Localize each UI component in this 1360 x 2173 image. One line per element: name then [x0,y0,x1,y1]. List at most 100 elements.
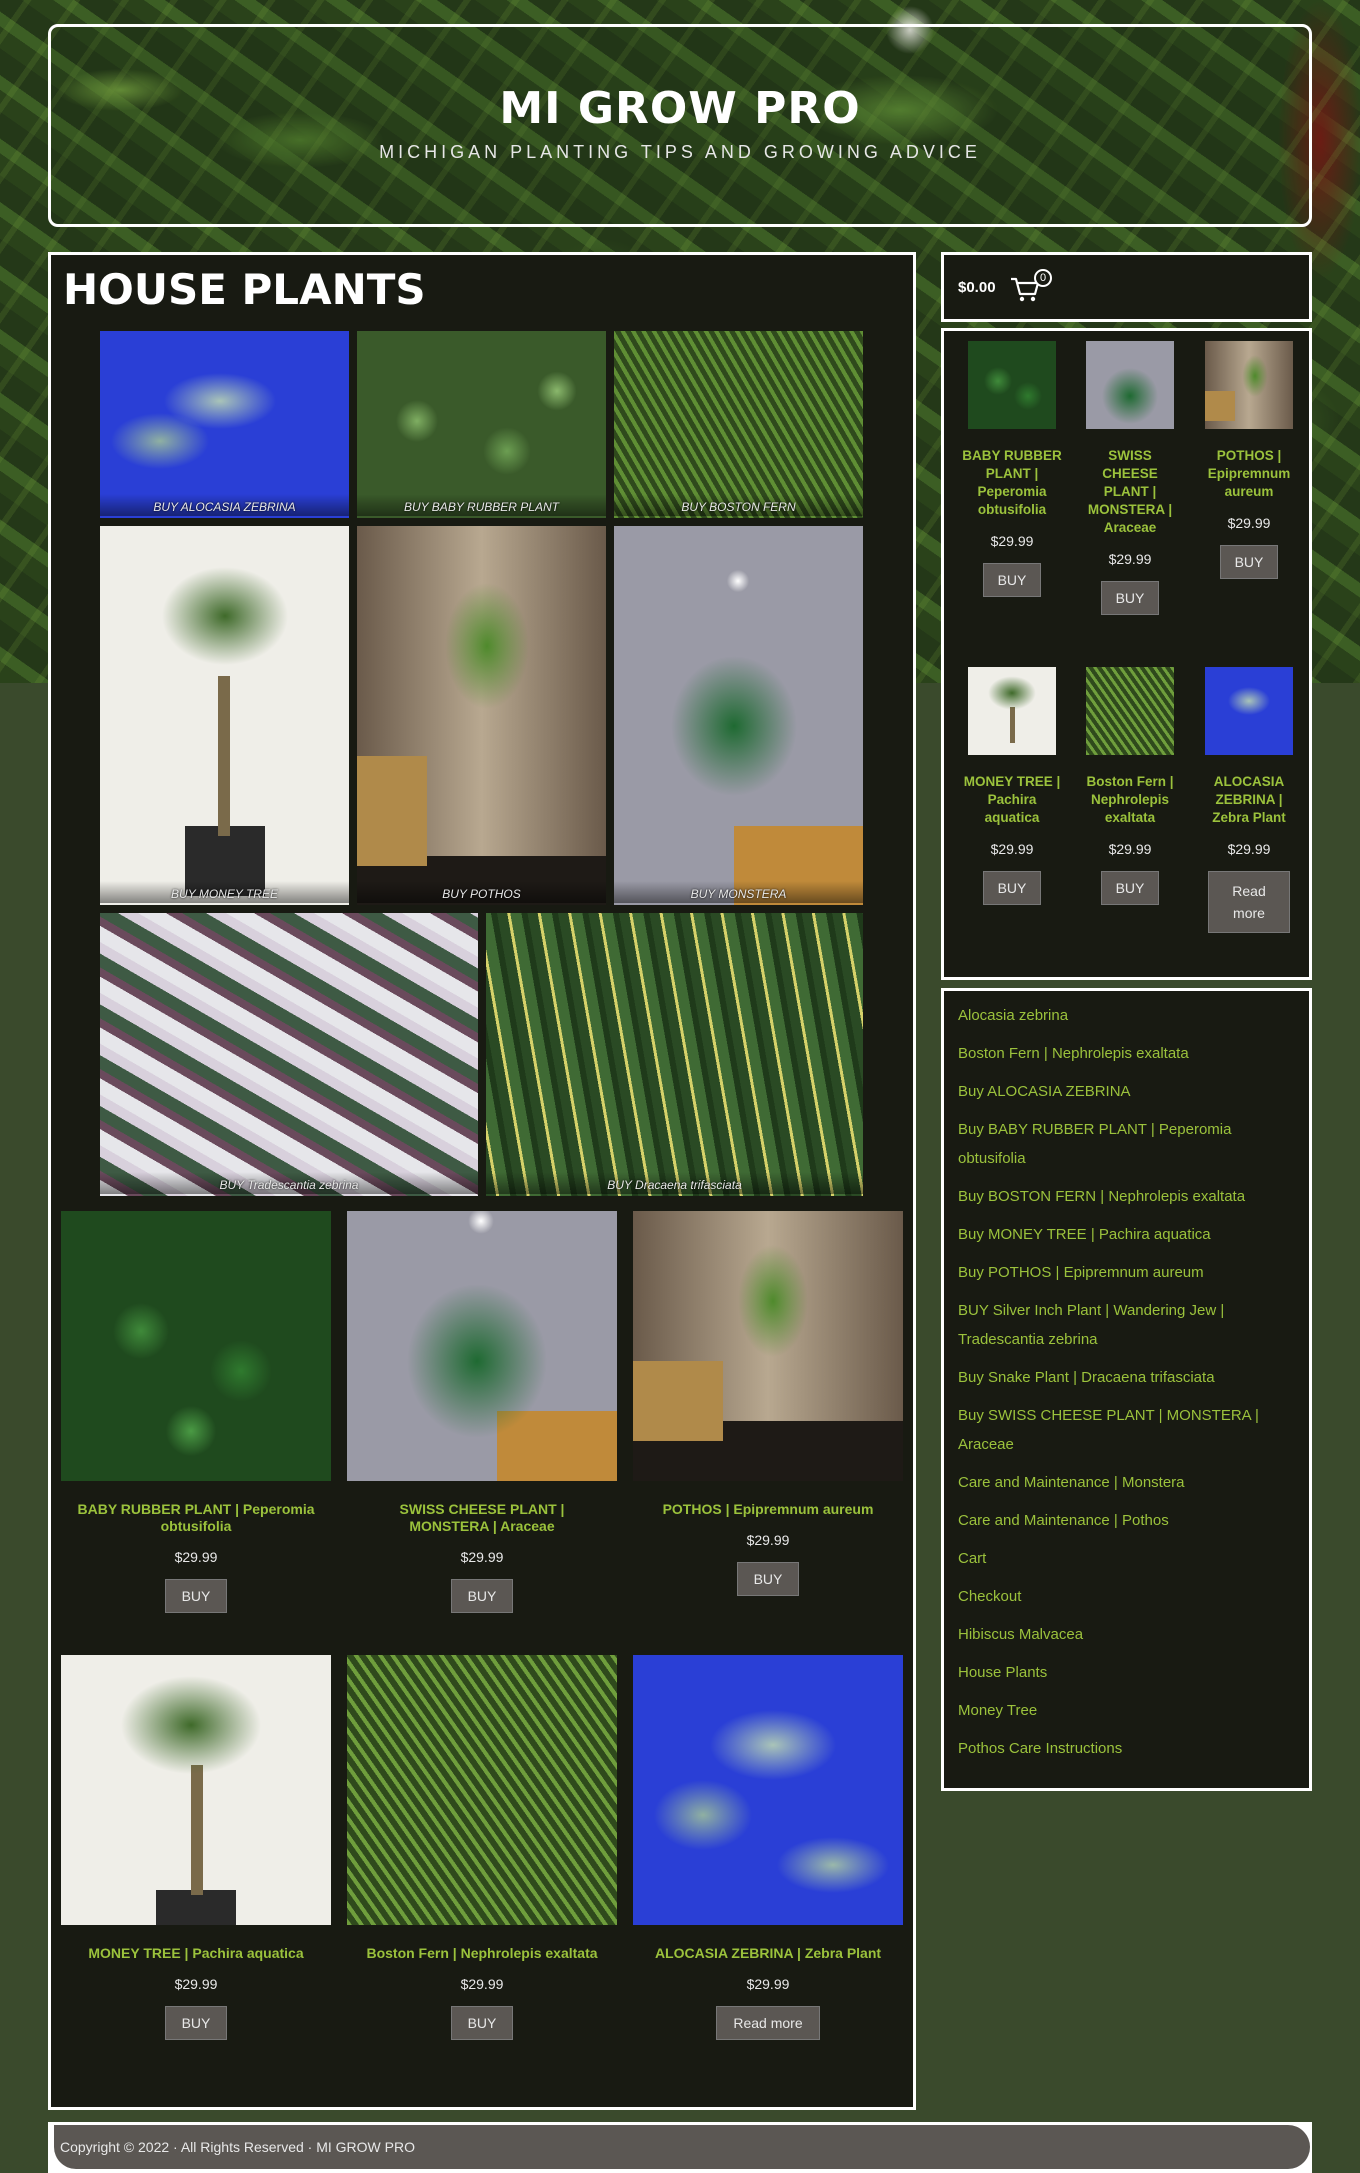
sidebar-product-image[interactable] [968,667,1056,755]
page-link[interactable]: Boston Fern | Nephrolepis exaltata [958,1039,1295,1068]
alocasia-image [100,331,349,518]
page-link[interactable]: Buy Snake Plant | Dracaena trifasciata [958,1363,1295,1392]
read-more-button[interactable]: Read more [716,2006,820,2040]
sidebar-product: Boston Fern | Nephrolepis exaltata $29.9… [1080,667,1180,905]
buy-button[interactable]: BUY [982,563,1042,597]
buy-button[interactable]: BUY [1219,545,1279,579]
sidebar-product-price: $29.99 [990,841,1034,857]
cart-widget[interactable]: $0.00 0 [941,252,1312,322]
product-name[interactable]: Boston Fern | Nephrolepis exaltata [347,1945,617,1962]
page-link[interactable]: BUY Silver Inch Plant | Wandering Jew | … [958,1296,1295,1354]
product-card: MONEY TREE | Pachira aquatica $29.99 BUY [61,1655,331,2040]
product-card: Boston Fern | Nephrolepis exaltata $29.9… [347,1655,617,2040]
sidebar-product-image[interactable] [1086,667,1174,755]
product-price: $29.99 [460,1549,504,1565]
gallery-tile-baby-rubber[interactable]: BUY BABY RUBBER PLANT [357,331,606,518]
cart-count-badge: 0 [1034,269,1052,287]
product-image[interactable] [347,1211,617,1481]
page-link[interactable]: Buy SWISS CHEESE PLANT | MONSTERA | Arac… [958,1401,1295,1459]
page-link[interactable]: Cart [958,1544,1295,1573]
main-content: HOUSE PLANTS BUY ALOCASIA ZEBRINA BUY BA… [48,252,916,2110]
product-card: POTHOS | Epipremnum aureum $29.99 BUY [633,1211,903,1596]
sidebar-product-price: $29.99 [1108,551,1152,567]
sidebar-product-name[interactable]: ALOCASIA ZEBRINA | Zebra Plant [1199,773,1299,827]
sidebar-product-image[interactable] [968,341,1056,429]
page-link[interactable]: Buy BOSTON FERN | Nephrolepis exaltata [958,1182,1295,1211]
sidebar-product-name[interactable]: POTHOS | Epipremnum aureum [1199,447,1299,501]
gallery-tile-tradescantia[interactable]: BUY Tradescantia zebrina [100,913,478,1196]
buy-button[interactable]: BUY [982,871,1042,905]
gallery-tile-monstera[interactable]: BUY MONSTERA [614,526,863,905]
page-link[interactable]: Buy BABY RUBBER PLANT | Peperomia obtusi… [958,1115,1295,1173]
sidebar-product: MONEY TREE | Pachira aquatica $29.99 BUY [962,667,1062,905]
page-link[interactable]: Alocasia zebrina [958,1001,1295,1030]
read-more-button[interactable]: Read more [1208,871,1290,933]
buy-button[interactable]: BUY [1100,581,1160,615]
page-link[interactable]: Pothos Care Instructions [958,1734,1295,1763]
buy-button[interactable]: BUY [736,1562,800,1596]
sidebar-product-price: $29.99 [990,533,1034,549]
product-name[interactable]: MONEY TREE | Pachira aquatica [61,1945,331,1962]
product-price: $29.99 [460,1976,504,1992]
page-link[interactable]: Buy MONEY TREE | Pachira aquatica [958,1220,1295,1249]
page-link[interactable]: House Plants [958,1658,1295,1687]
buy-button[interactable]: BUY [450,2006,514,2040]
cart-amount[interactable]: $0.00 [958,279,996,296]
buy-button[interactable]: BUY [164,1579,228,1613]
sidebar-product-name[interactable]: BABY RUBBER PLANT | Peperomia obtusifoli… [962,447,1062,519]
product-image[interactable] [633,1211,903,1481]
gallery-tile-boston-fern[interactable]: BUY BOSTON FERN [614,331,863,518]
gallery-caption: BUY Tradescantia zebrina [100,1172,478,1194]
sidebar-product-name[interactable]: SWISS CHEESE PLANT | MONSTERA | Araceae [1080,447,1180,537]
monstera-image [614,526,863,905]
page-link[interactable]: Checkout [958,1582,1295,1611]
product-name[interactable]: SWISS CHEESE PLANT | MONSTERA | Araceae [347,1501,617,1535]
gallery-tile-pothos[interactable]: BUY POTHOS [357,526,606,905]
buy-button[interactable]: BUY [1100,871,1160,905]
site-title[interactable]: MI GROW PRO [51,83,1309,134]
page-link[interactable]: Care and Maintenance | Monstera [958,1468,1295,1497]
product-image[interactable] [633,1655,903,1925]
footer-copyright: Copyright © 2022 · All Rights Reserved ·… [54,2125,1310,2169]
gallery-caption: BUY BOSTON FERN [614,494,863,516]
sidebar-product-image[interactable] [1205,667,1293,755]
product-name[interactable]: POTHOS | Epipremnum aureum [633,1501,903,1518]
page-link[interactable]: Money Tree [958,1696,1295,1725]
gallery-tile-alocasia[interactable]: BUY ALOCASIA ZEBRINA [100,331,349,518]
product-image[interactable] [61,1655,331,1925]
gallery-caption: BUY MONEY TREE [100,881,349,903]
page-link[interactable]: Buy ALOCASIA ZEBRINA [958,1077,1295,1106]
sidebar-product-image[interactable] [1086,341,1174,429]
sidebar-product: ALOCASIA ZEBRINA | Zebra Plant $29.99 Re… [1199,667,1299,933]
sidebar-products-widget: BABY RUBBER PLANT | Peperomia obtusifoli… [941,328,1312,980]
gallery-caption: BUY Dracaena trifasciata [486,1172,863,1194]
product-image[interactable] [347,1655,617,1925]
product-image[interactable] [61,1211,331,1481]
sidebar-product-name[interactable]: MONEY TREE | Pachira aquatica [962,773,1062,827]
baby-rubber-image [357,331,606,518]
page-link[interactable]: Buy POTHOS | Epipremnum aureum [958,1258,1295,1287]
sidebar-product: SWISS CHEESE PLANT | MONSTERA | Araceae … [1080,341,1180,615]
product-name[interactable]: BABY RUBBER PLANT | Peperomia obtusifoli… [61,1501,331,1535]
sidebar-product-image[interactable] [1205,341,1293,429]
sidebar-product-name[interactable]: Boston Fern | Nephrolepis exaltata [1080,773,1180,827]
product-price: $29.99 [746,1976,790,1992]
page-link[interactable]: Hibiscus Malvacea [958,1620,1295,1649]
sidebar-product: BABY RUBBER PLANT | Peperomia obtusifoli… [962,341,1062,597]
gallery-caption: BUY ALOCASIA ZEBRINA [100,494,349,516]
buy-button[interactable]: BUY [450,1579,514,1613]
tradescantia-image [100,913,478,1196]
product-price: $29.99 [174,1549,218,1565]
gallery-caption: BUY POTHOS [357,881,606,903]
boston-fern-image [614,331,863,518]
gallery-tile-money-tree[interactable]: BUY MONEY TREE [100,526,349,905]
sidebar-pages-widget: Alocasia zebrina Boston Fern | Nephrolep… [941,988,1312,1791]
sidebar-product-price: $29.99 [1227,841,1271,857]
page-link[interactable]: Care and Maintenance | Pothos [958,1506,1295,1535]
buy-button[interactable]: BUY [164,2006,228,2040]
product-price: $29.99 [174,1976,218,1992]
gallery-caption: BUY BABY RUBBER PLANT [357,494,606,516]
gallery-tile-dracaena[interactable]: BUY Dracaena trifasciata [486,913,863,1196]
product-name[interactable]: ALOCASIA ZEBRINA | Zebra Plant [633,1945,903,1962]
pothos-image [357,526,606,905]
